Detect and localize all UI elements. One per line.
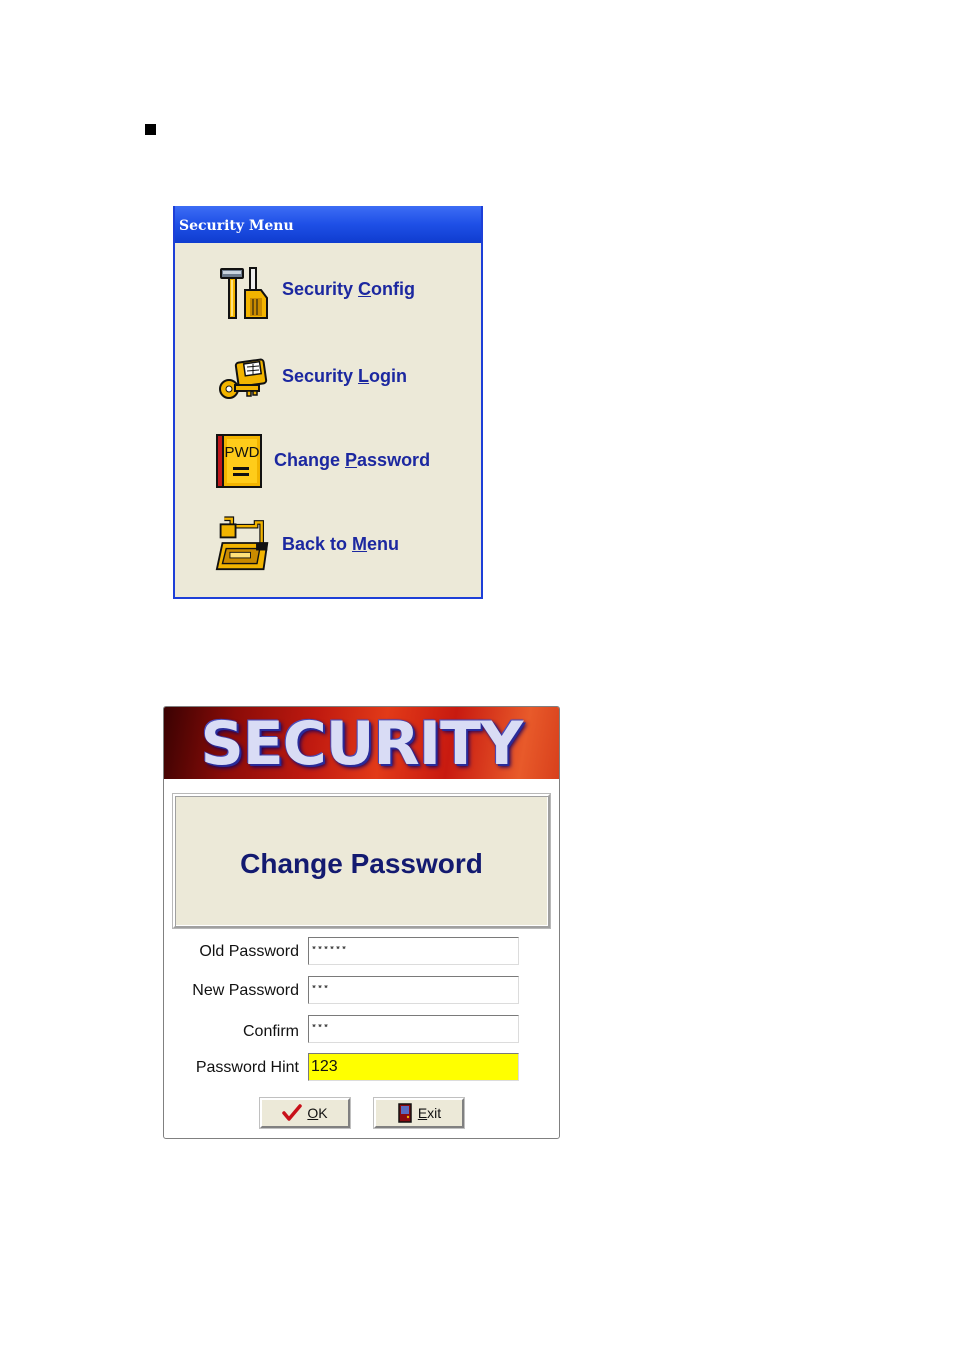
new-password-label: New Password xyxy=(192,982,299,999)
menu-item-label: Back to Menu xyxy=(282,534,400,554)
exit-button[interactable]: Exit xyxy=(374,1098,464,1128)
tools-icon xyxy=(220,267,268,319)
exit-door-icon xyxy=(398,1103,412,1123)
password-hint-field[interactable] xyxy=(308,1053,519,1081)
menu-item-change-password[interactable]: PWD Change Password xyxy=(175,431,481,491)
menu-item-label: Change Password xyxy=(274,450,431,470)
confirm-field[interactable] xyxy=(308,1015,519,1043)
exit-button-label: Exit xyxy=(417,1105,442,1121)
return-arrow-icon xyxy=(215,516,269,571)
menu-item-security-config[interactable]: Security Config xyxy=(175,263,481,323)
pwd-book-icon: PWD xyxy=(216,434,262,488)
heading-panel: Change Password xyxy=(173,794,550,928)
old-password-label: Old Password xyxy=(199,943,299,960)
window-title: Security Menu xyxy=(175,206,481,243)
password-hint-label: Password Hint xyxy=(195,1059,299,1076)
confirm-label: Confirm xyxy=(242,1023,299,1040)
old-password-field[interactable] xyxy=(308,937,519,965)
ok-button[interactable]: OK xyxy=(260,1098,350,1128)
new-password-field[interactable] xyxy=(308,976,519,1004)
menu-item-security-login[interactable]: Security Login xyxy=(175,347,481,407)
pwd-icon-text: PWD xyxy=(225,444,260,461)
checkmark-icon xyxy=(282,1104,303,1121)
menu-item-back-to-menu[interactable]: Back to Menu xyxy=(175,515,481,575)
menu-item-label: Security Login xyxy=(282,366,408,386)
ok-button-label: OK xyxy=(307,1105,328,1121)
security-menu-window: Security Menu Security Config Security L… xyxy=(173,206,483,599)
key-card-icon xyxy=(219,358,268,399)
bullet-square xyxy=(145,124,156,135)
dialog-heading: Change Password xyxy=(240,848,483,879)
banner-title: SECURITY xyxy=(200,709,524,779)
menu-item-label: Security Config xyxy=(282,279,416,299)
change-password-dialog: SECURITY Change Password Old Password Ne… xyxy=(163,706,560,1139)
